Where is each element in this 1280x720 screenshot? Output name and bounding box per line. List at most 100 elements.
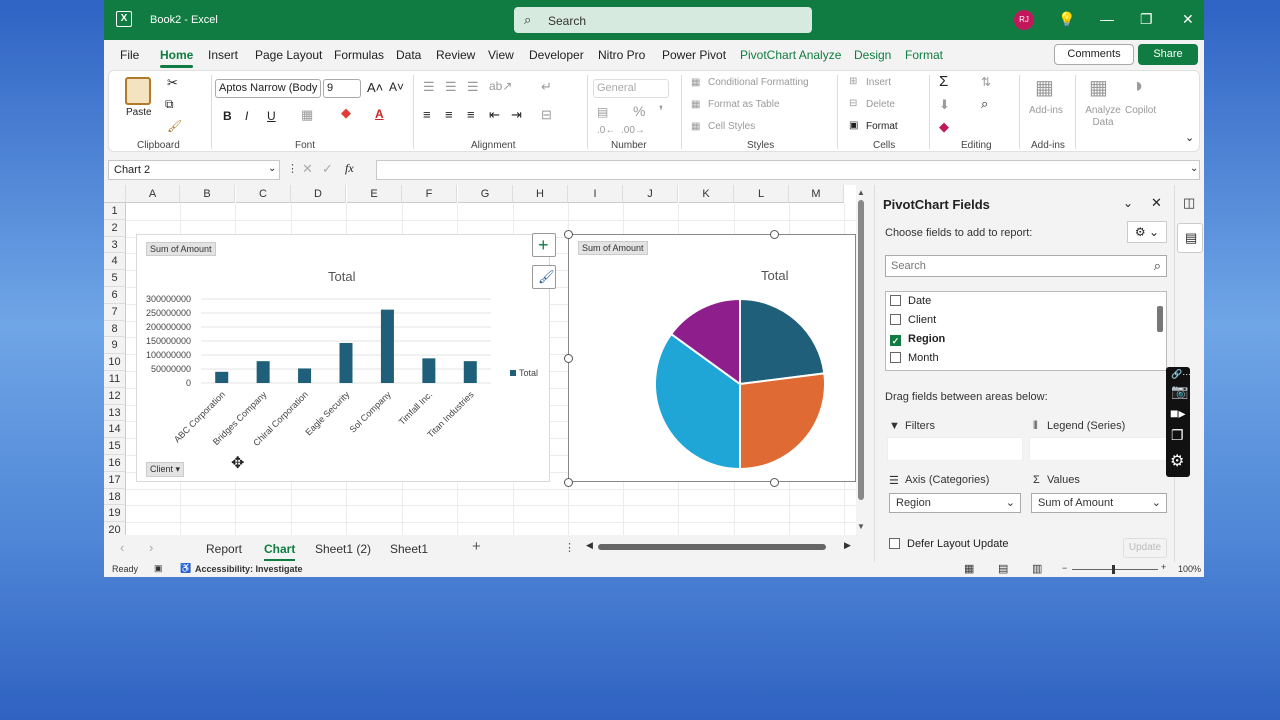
- row-header-14[interactable]: 14: [104, 421, 126, 439]
- update-button[interactable]: Update: [1123, 538, 1167, 558]
- increase-font-icon[interactable]: A˄: [367, 80, 383, 95]
- underline-icon[interactable]: U: [267, 109, 276, 123]
- decrease-indent-icon[interactable]: ⇤: [489, 107, 500, 123]
- pivot-fields-toggle[interactable]: ▤: [1177, 223, 1203, 253]
- share-button[interactable]: Share: [1138, 44, 1198, 65]
- align-bottom-icon[interactable]: ☰: [467, 79, 479, 95]
- increase-indent-icon[interactable]: ⇥: [511, 107, 522, 123]
- font-color-icon[interactable]: A: [375, 107, 384, 121]
- bar-abc-corporation[interactable]: [215, 371, 229, 383]
- tab-developer[interactable]: Developer: [529, 48, 584, 62]
- select-all-corner[interactable]: [104, 185, 126, 203]
- copilot-button[interactable]: Copilot: [1125, 105, 1156, 116]
- format-as-table-icon[interactable]: ▦: [691, 99, 700, 110]
- tools-button[interactable]: ⚙ ⌄: [1127, 221, 1167, 243]
- column-header-f[interactable]: F: [402, 185, 457, 203]
- values-sum-dropdown[interactable]: Sum of Amount ⌄: [1031, 493, 1167, 513]
- row-header-1[interactable]: 1: [104, 203, 126, 220]
- fill-color-icon[interactable]: ◆: [341, 105, 351, 121]
- align-left-icon[interactable]: ≡: [423, 107, 431, 122]
- column-header-m[interactable]: M: [789, 185, 844, 203]
- bar-timfall-inc-[interactable]: [422, 358, 436, 383]
- tab-file[interactable]: File: [120, 48, 139, 62]
- addins-button[interactable]: Add-ins: [1029, 105, 1063, 116]
- pane-close-icon[interactable]: ✕: [1151, 195, 1162, 211]
- tab-format[interactable]: Format: [905, 48, 943, 62]
- bar-chart[interactable]: Sum of Amount Total 300000000 250000000 20…: [136, 234, 550, 482]
- conditional-formatting-icon[interactable]: ▦: [691, 77, 700, 88]
- horizontal-scrollbar[interactable]: ◀ ▶: [586, 540, 854, 552]
- avatar[interactable]: RJ: [1014, 10, 1034, 30]
- row-header-9[interactable]: 9: [104, 337, 126, 355]
- zoom-slider-thumb[interactable]: [1112, 565, 1115, 574]
- tab-design[interactable]: Design: [854, 48, 891, 62]
- clear-icon[interactable]: ◆: [939, 119, 949, 135]
- bold-icon[interactable]: B: [223, 109, 232, 123]
- row-header-10[interactable]: 10: [104, 354, 126, 371]
- sort-filter-icon[interactable]: ⇅: [981, 75, 991, 89]
- link-icon[interactable]: 🔗⋯: [1171, 369, 1191, 380]
- prev-sheet-icon[interactable]: ‹: [120, 540, 124, 555]
- comments-button[interactable]: Comments: [1054, 44, 1134, 65]
- row-header-17[interactable]: 17: [104, 471, 126, 489]
- cancel-icon[interactable]: ✕: [302, 161, 313, 177]
- pie-chart[interactable]: Sum of Amount Total: [568, 234, 856, 482]
- row-header-6[interactable]: 6: [104, 287, 126, 304]
- comma-icon[interactable]: ❜: [659, 103, 663, 119]
- sheet-tab-sheet1[interactable]: Sheet1: [390, 542, 428, 556]
- field-list-scrollbar[interactable]: [1157, 306, 1163, 332]
- checkbox[interactable]: [890, 314, 901, 325]
- format-cells-button[interactable]: Format: [866, 121, 898, 132]
- row-header-13[interactable]: 13: [104, 404, 126, 422]
- field-search-input[interactable]: Search ⌕: [885, 255, 1167, 277]
- paste-icon[interactable]: [125, 77, 151, 105]
- column-header-a[interactable]: A: [126, 185, 180, 203]
- column-header-k[interactable]: K: [679, 185, 734, 203]
- orientation-icon[interactable]: ab↗: [489, 79, 512, 93]
- insert-function-icon[interactable]: fx: [345, 161, 354, 176]
- pane-options-chevron-icon[interactable]: ⌄: [1123, 196, 1133, 210]
- italic-icon[interactable]: I: [245, 109, 248, 123]
- row-header-5[interactable]: 5: [104, 270, 126, 287]
- sheet-tab-chart[interactable]: Chart: [264, 542, 296, 561]
- copilot-icon[interactable]: ◑: [1131, 75, 1143, 98]
- normal-view-icon[interactable]: ▦: [964, 562, 974, 575]
- merge-center-icon[interactable]: ⊟: [541, 107, 552, 123]
- cut-icon[interactable]: ✂: [167, 75, 178, 91]
- column-header-c[interactable]: C: [236, 185, 291, 203]
- align-center-icon[interactable]: ≡: [445, 107, 453, 122]
- column-header-b[interactable]: B: [180, 185, 235, 203]
- delete-cells-button[interactable]: Delete: [866, 99, 895, 110]
- next-sheet-icon[interactable]: ›: [149, 540, 153, 555]
- pie-slice-1[interactable]: [739, 297, 826, 386]
- formula-input[interactable]: [376, 160, 1200, 180]
- decrease-decimal-icon[interactable]: .00→: [621, 125, 645, 136]
- cell-styles-icon[interactable]: ▦: [691, 121, 700, 132]
- checkbox[interactable]: [889, 538, 900, 549]
- increase-decimal-icon[interactable]: .0←: [597, 125, 615, 136]
- pie-slice-2[interactable]: [739, 372, 826, 471]
- filters-drop-area[interactable]: [887, 437, 1023, 461]
- client-field-button[interactable]: Client ▾: [146, 462, 185, 477]
- row-header-15[interactable]: 15: [104, 438, 126, 455]
- checkbox-checked[interactable]: ✓: [890, 335, 901, 346]
- field-client[interactable]: Client: [890, 314, 936, 326]
- checkbox[interactable]: [890, 352, 901, 363]
- bar-bridges-company[interactable]: [256, 361, 270, 383]
- align-right-icon[interactable]: ≡: [467, 107, 475, 122]
- zoom-in-icon[interactable]: +: [1161, 562, 1166, 572]
- zoom-level[interactable]: 100%: [1178, 564, 1201, 574]
- horizontal-scroll-thumb[interactable]: [598, 544, 826, 550]
- scroll-down-icon[interactable]: ▼: [857, 522, 865, 531]
- resize-handle[interactable]: [770, 230, 779, 239]
- tab-data[interactable]: Data: [396, 48, 421, 62]
- resize-handle[interactable]: [564, 478, 573, 487]
- bar-chiral-corporation[interactable]: [298, 368, 312, 383]
- expand-formula-icon[interactable]: ⌄: [1190, 163, 1198, 174]
- row-header-18[interactable]: 18: [104, 488, 126, 506]
- font-size-select[interactable]: 9: [323, 79, 361, 98]
- tab-insert[interactable]: Insert: [208, 48, 238, 62]
- column-header-e[interactable]: E: [347, 185, 402, 203]
- format-cells-icon[interactable]: ▣: [849, 120, 858, 131]
- page-break-view-icon[interactable]: ▥: [1032, 562, 1042, 575]
